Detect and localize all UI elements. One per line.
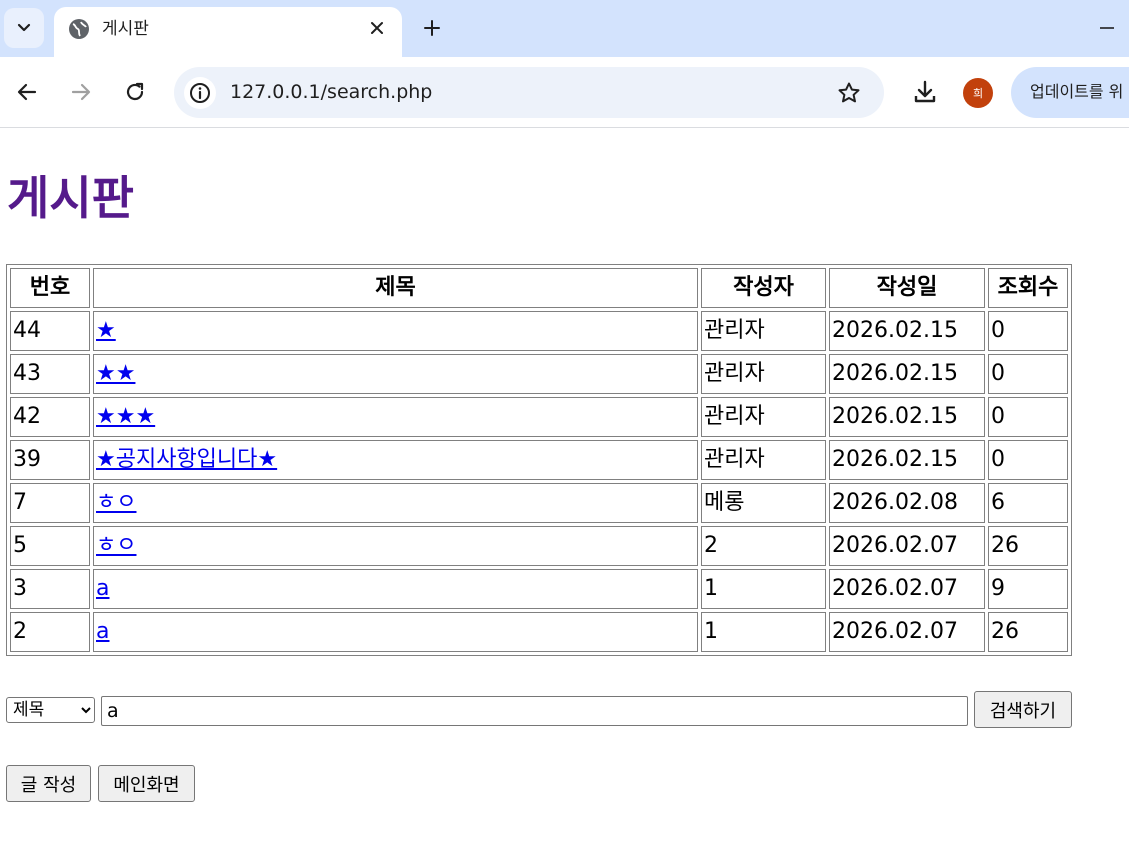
profile-avatar[interactable]: 희: [963, 78, 993, 108]
cell-views: 0: [988, 397, 1068, 437]
cell-author: 관리자: [701, 397, 826, 437]
table-row: 5 ㅎㅇ 2 2026.02.07 26: [10, 526, 1068, 566]
post-link[interactable]: ★공지사항입니다★: [96, 447, 277, 472]
cell-title: ㅎㅇ: [93, 483, 698, 523]
cell-date: 2026.02.15: [829, 354, 985, 394]
cell-title: ★: [93, 311, 698, 351]
cell-no: 2: [10, 612, 90, 652]
browser-toolbar: 127.0.0.1/search.php 희 업데이트를 위: [0, 57, 1129, 128]
search-button[interactable]: 검색하기: [974, 691, 1072, 728]
cell-views: 26: [988, 526, 1068, 566]
site-info-icon[interactable]: [184, 77, 216, 109]
cell-no: 43: [10, 354, 90, 394]
header-views: 조회수: [988, 268, 1068, 308]
forward-button[interactable]: [66, 77, 96, 107]
address-bar[interactable]: 127.0.0.1/search.php: [174, 67, 884, 118]
update-label: 업데이트를 위: [1030, 82, 1124, 101]
arrow-right-icon: [71, 83, 91, 101]
cell-title: ★★: [93, 354, 698, 394]
search-input[interactable]: [101, 696, 968, 726]
cell-author: 메롱: [701, 483, 826, 523]
post-link[interactable]: a: [96, 619, 109, 644]
tab-search-button[interactable]: [4, 8, 44, 48]
post-link[interactable]: a: [96, 576, 109, 601]
cell-date: 2026.02.07: [829, 612, 985, 652]
minimize-icon: [1100, 27, 1114, 29]
page-title: 게시판: [7, 171, 134, 225]
header-author: 작성자: [701, 268, 826, 308]
cell-date: 2026.02.15: [829, 440, 985, 480]
cell-title: a: [93, 612, 698, 652]
plus-icon: [424, 20, 440, 36]
reload-button[interactable]: [120, 77, 150, 107]
cell-title: ㅎㅇ: [93, 526, 698, 566]
cell-views: 26: [988, 612, 1068, 652]
table-row: 3 a 1 2026.02.07 9: [10, 569, 1068, 609]
search-type-select[interactable]: 제목: [6, 697, 95, 723]
cell-no: 7: [10, 483, 90, 523]
table-row: 42 ★★★ 관리자 2026.02.15 0: [10, 397, 1068, 437]
cell-title: ★★★: [93, 397, 698, 437]
back-button[interactable]: [12, 77, 42, 107]
cell-date: 2026.02.08: [829, 483, 985, 523]
page-content: 게시판 번호 제목 작성자 작성일 조회수 44 ★ 관리자 2026.02.1…: [0, 128, 1129, 855]
main-page-button[interactable]: 메인화면: [98, 765, 195, 802]
table-row: 7 ㅎㅇ 메롱 2026.02.08 6: [10, 483, 1068, 523]
browser-tabstrip: 게시판: [0, 0, 1129, 57]
post-link[interactable]: ㅎㅇ: [96, 490, 136, 515]
table-row: 39 ★공지사항입니다★ 관리자 2026.02.15 0: [10, 440, 1068, 480]
update-button[interactable]: 업데이트를 위: [1011, 67, 1129, 118]
cell-date: 2026.02.07: [829, 569, 985, 609]
new-tab-button[interactable]: [418, 14, 446, 42]
cell-author: 관리자: [701, 440, 826, 480]
post-link[interactable]: ★★★: [96, 404, 155, 429]
header-title: 제목: [93, 268, 698, 308]
cell-author: 1: [701, 569, 826, 609]
arrow-left-icon: [17, 83, 37, 101]
minimize-window-button[interactable]: [1097, 14, 1117, 42]
download-icon[interactable]: [910, 77, 940, 107]
cell-author: 관리자: [701, 354, 826, 394]
table-row: 43 ★★ 관리자 2026.02.15 0: [10, 354, 1068, 394]
header-no: 번호: [10, 268, 90, 308]
cell-views: 6: [988, 483, 1068, 523]
cell-title: ★공지사항입니다★: [93, 440, 698, 480]
table-row: 2 a 1 2026.02.07 26: [10, 612, 1068, 652]
cell-no: 44: [10, 311, 90, 351]
search-form: 제목 검색하기: [6, 691, 1076, 731]
reload-icon: [126, 82, 144, 101]
cell-views: 0: [988, 311, 1068, 351]
cell-no: 39: [10, 440, 90, 480]
cell-no: 42: [10, 397, 90, 437]
cell-date: 2026.02.15: [829, 397, 985, 437]
url-text: 127.0.0.1/search.php: [230, 81, 433, 103]
table-header-row: 번호 제목 작성자 작성일 조회수: [10, 268, 1068, 308]
cell-views: 9: [988, 569, 1068, 609]
cell-author: 1: [701, 612, 826, 652]
cell-title: a: [93, 569, 698, 609]
bookmark-star-icon[interactable]: [836, 80, 862, 106]
header-date: 작성일: [829, 268, 985, 308]
globe-icon: [68, 18, 90, 40]
write-post-button[interactable]: 글 작성: [6, 765, 91, 802]
tab-title: 게시판: [102, 19, 149, 39]
cell-no: 3: [10, 569, 90, 609]
cell-date: 2026.02.07: [829, 526, 985, 566]
cell-date: 2026.02.15: [829, 311, 985, 351]
post-link[interactable]: ★: [96, 318, 116, 343]
cell-views: 0: [988, 354, 1068, 394]
cell-author: 관리자: [701, 311, 826, 351]
board-table: 번호 제목 작성자 작성일 조회수 44 ★ 관리자 2026.02.15 0 …: [6, 264, 1072, 656]
cell-author: 2: [701, 526, 826, 566]
chevron-down-icon: [17, 23, 31, 32]
close-tab-icon[interactable]: [366, 17, 388, 39]
post-link[interactable]: ★★: [96, 361, 135, 386]
browser-tab[interactable]: 게시판: [54, 7, 402, 57]
cell-no: 5: [10, 526, 90, 566]
table-row: 44 ★ 관리자 2026.02.15 0: [10, 311, 1068, 351]
cell-views: 0: [988, 440, 1068, 480]
post-link[interactable]: ㅎㅇ: [96, 533, 136, 558]
